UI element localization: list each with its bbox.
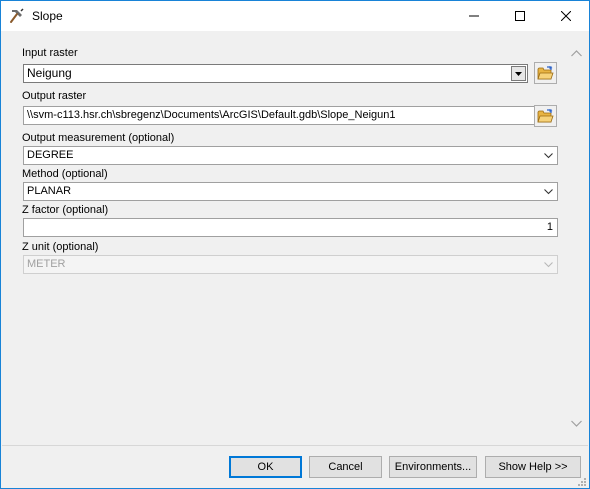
- close-button[interactable]: [543, 1, 589, 31]
- output-raster-browse-button[interactable]: [534, 105, 557, 127]
- z-unit-label: Z unit (optional): [22, 241, 99, 253]
- method-select[interactable]: PLANAR: [23, 182, 558, 201]
- vertical-scrollbar[interactable]: [568, 46, 585, 438]
- output-raster-input[interactable]: \\svm-c113.hsr.ch\sbregenz\Documents\Arc…: [23, 106, 556, 125]
- scroll-down-icon[interactable]: [571, 420, 582, 427]
- z-factor-input[interactable]: 1: [23, 218, 558, 237]
- maximize-icon: [515, 11, 525, 21]
- input-raster-value: Neigung: [27, 66, 72, 80]
- environments-button[interactable]: Environments...: [389, 456, 477, 478]
- input-raster-dropdown-button[interactable]: [511, 66, 526, 81]
- show-help-button[interactable]: Show Help >>: [485, 456, 581, 478]
- chevron-down-icon: [544, 189, 553, 195]
- output-raster-label: Output raster: [22, 90, 87, 102]
- ok-button[interactable]: OK: [229, 456, 302, 478]
- chevron-down-icon: [544, 153, 553, 159]
- method-value: PLANAR: [27, 185, 72, 197]
- minimize-button[interactable]: [451, 1, 497, 31]
- input-raster-browse-button[interactable]: [534, 62, 557, 84]
- window-title: Slope: [32, 9, 63, 23]
- title-bar[interactable]: Slope: [1, 1, 589, 31]
- open-folder-icon: [537, 109, 554, 123]
- slope-tool-icon: [9, 8, 25, 24]
- maximize-button[interactable]: [497, 1, 543, 31]
- output-measurement-value: DEGREE: [27, 149, 74, 161]
- dialog-content: Input raster Neigung Output raster \\svm…: [2, 31, 588, 445]
- z-unit-value: METER: [27, 258, 66, 270]
- z-factor-label: Z factor (optional): [22, 204, 109, 216]
- dropdown-arrow-icon: [515, 71, 522, 76]
- open-folder-icon: [537, 66, 554, 80]
- slope-dialog: Slope Input raster Neigung Output raster…: [0, 0, 590, 489]
- resize-grip-icon[interactable]: [576, 476, 586, 486]
- z-factor-value: 1: [546, 221, 553, 233]
- method-label: Method (optional): [22, 168, 108, 180]
- output-measurement-label: Output measurement (optional): [22, 132, 175, 144]
- output-raster-value: \\svm-c113.hsr.ch\sbregenz\Documents\Arc…: [27, 109, 396, 121]
- close-icon: [561, 11, 571, 21]
- cancel-button[interactable]: Cancel: [309, 456, 382, 478]
- scroll-up-icon[interactable]: [571, 50, 582, 57]
- minimize-icon: [469, 15, 479, 17]
- chevron-down-icon: [544, 262, 553, 268]
- input-raster-combo[interactable]: Neigung: [23, 64, 528, 83]
- z-unit-select: METER: [23, 255, 558, 274]
- button-bar: OK Cancel Environments... Show Help >>: [2, 446, 588, 488]
- input-raster-label: Input raster: [22, 47, 78, 59]
- output-measurement-select[interactable]: DEGREE: [23, 146, 558, 165]
- parameter-panel: Input raster Neigung Output raster \\svm…: [14, 39, 564, 437]
